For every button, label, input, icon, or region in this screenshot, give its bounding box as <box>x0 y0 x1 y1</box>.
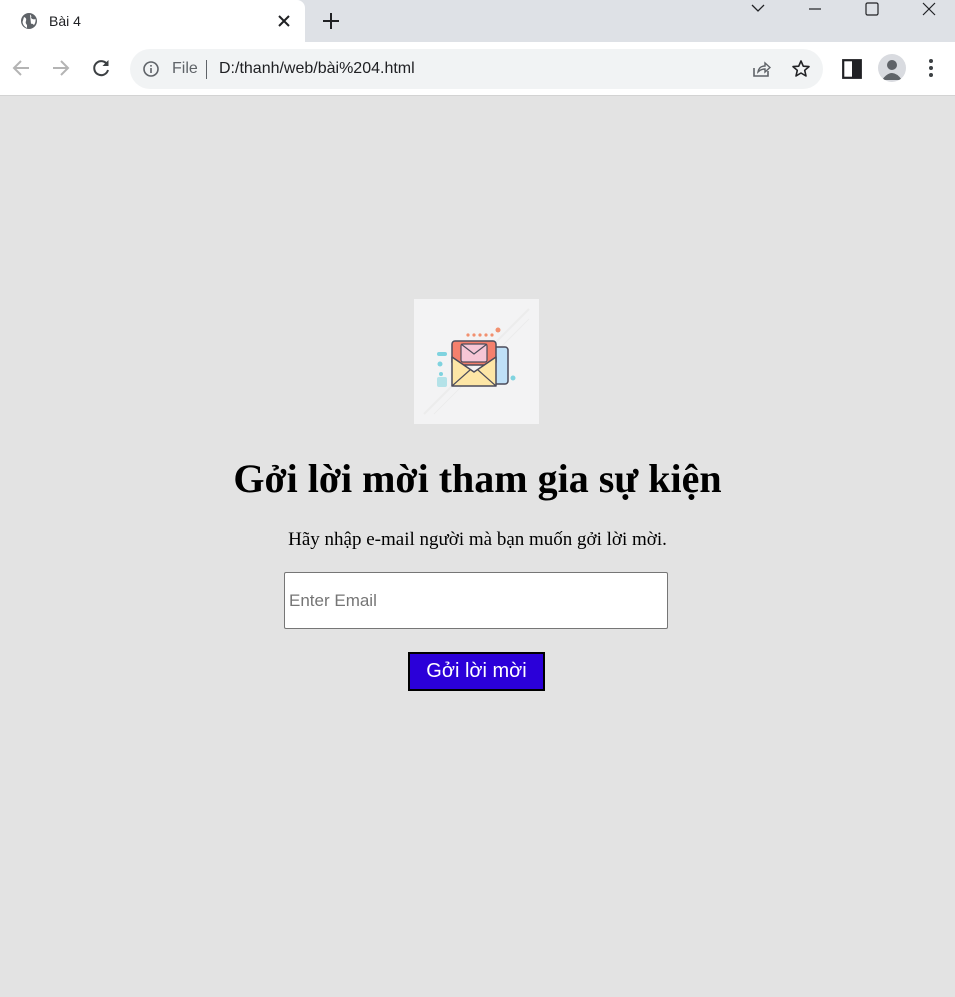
info-icon[interactable] <box>142 60 160 78</box>
side-panel-icon[interactable] <box>841 58 863 80</box>
star-icon[interactable] <box>791 59 811 79</box>
chevron-down-icon[interactable] <box>735 0 781 22</box>
page-subtitle: Hãy nhập e-mail người mà bạn muốn gởi lờ… <box>288 529 667 550</box>
envelope-mail-illustration <box>414 299 539 424</box>
share-icon[interactable] <box>751 59 771 79</box>
email-input[interactable] <box>284 572 668 629</box>
profile-avatar-icon[interactable] <box>878 54 906 82</box>
maximize-icon[interactable] <box>849 0 895 22</box>
tab-strip: Bài 4 <box>0 0 955 42</box>
forward-arrow-icon[interactable] <box>50 57 72 79</box>
window-close-icon[interactable] <box>906 0 952 22</box>
minimize-icon[interactable] <box>792 0 838 22</box>
close-icon[interactable] <box>276 13 292 29</box>
browser-tab[interactable]: Bài 4 <box>0 0 305 42</box>
send-invite-button[interactable]: Gởi lời mời <box>408 652 545 691</box>
address-divider <box>206 60 207 79</box>
kebab-menu-icon[interactable] <box>920 57 942 79</box>
browser-toolbar: File D:/thanh/web/bài%204.html <box>0 42 955 96</box>
address-bar[interactable]: File D:/thanh/web/bài%204.html <box>130 49 823 89</box>
scheme-label: File <box>172 60 198 77</box>
tab-title: Bài 4 <box>49 13 81 29</box>
plus-icon[interactable] <box>322 12 340 30</box>
reload-icon[interactable] <box>90 57 112 79</box>
page-title: Gởi lời mời tham gia sự kiện <box>233 456 722 501</box>
globe-icon <box>21 13 37 29</box>
url-text[interactable]: D:/thanh/web/bài%204.html <box>219 60 415 78</box>
back-arrow-icon[interactable] <box>10 57 32 79</box>
